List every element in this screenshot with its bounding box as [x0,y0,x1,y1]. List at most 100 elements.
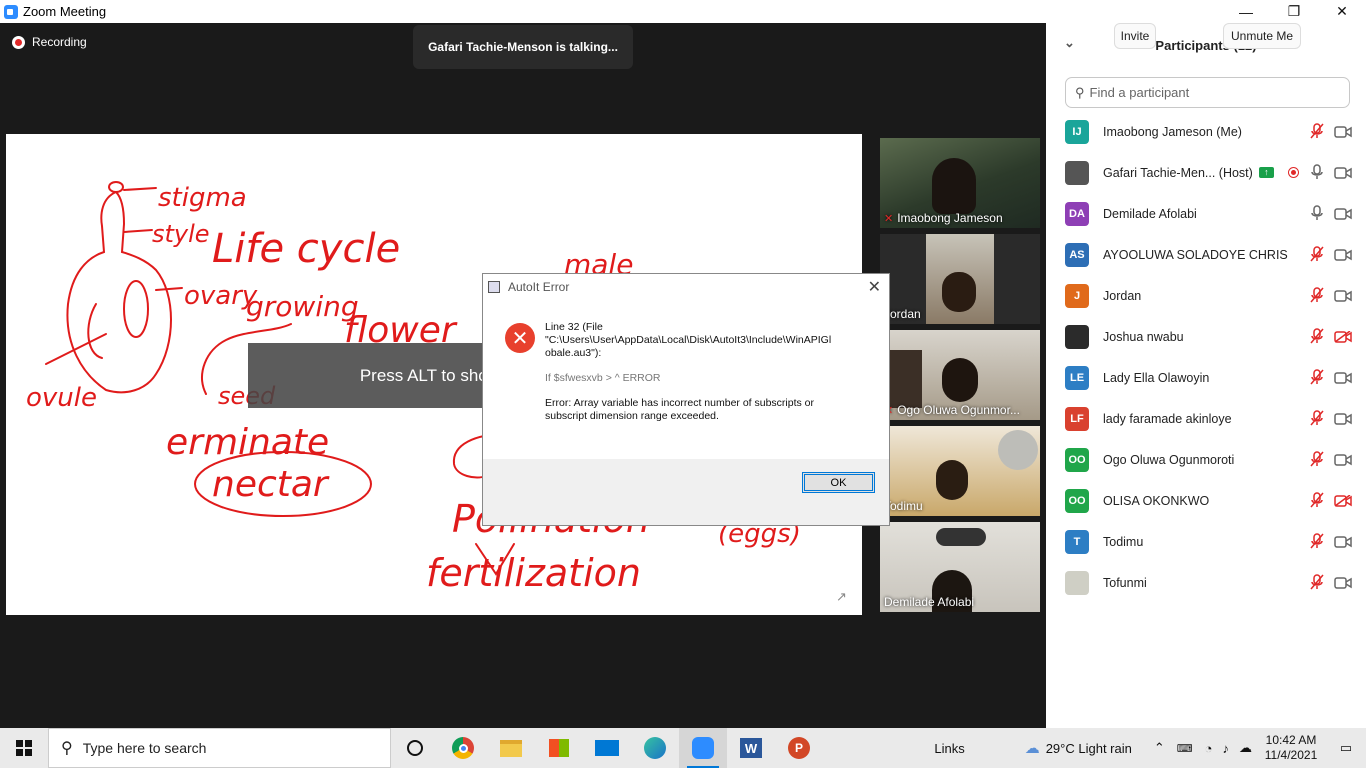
video-muted-icon [1334,494,1352,507]
participant-row[interactable]: DA Demilade Afolabi [1046,193,1366,234]
show-hidden-icons-chevron[interactable]: ⌃ [1154,740,1165,756]
avatar: DA [1065,201,1089,226]
mic-muted-icon [1310,328,1324,344]
recording-label: Recording [32,35,87,49]
search-placeholder: Find a participant [1089,85,1190,100]
taskbar-search-box[interactable]: ⚲ Type here to search [48,728,391,768]
avatar: LF [1065,406,1089,431]
weather-text[interactable]: 29°C Light rain [1046,741,1132,756]
avatar [1065,160,1089,185]
store-icon [549,739,569,757]
powerpoint-taskbar-button[interactable]: P [775,728,823,768]
participant-row[interactable]: Gafari Tachie-Men... (Host) ↑ [1046,152,1366,193]
wifi-icon[interactable]: ◔ [1205,741,1213,756]
weather-icon: ☁ [1024,740,1040,757]
participant-row[interactable]: OO Ogo Oluwa Ogunmoroti [1046,439,1366,480]
zoom-icon [692,737,714,759]
participant-row[interactable]: Tofunmi [1046,562,1366,603]
label-growing: growing [246,290,359,323]
ok-button[interactable]: OK [802,472,875,493]
language-icon[interactable]: ⌨ [1177,742,1193,755]
video-tile[interactable]: Jordan [880,234,1040,324]
participant-name: Tofunmi [1103,575,1147,590]
participant-name: AYOOLUWA SOLADOYE CHRIS [1103,247,1288,262]
avatar: LE [1065,365,1089,390]
avatar [1065,570,1089,595]
participant-name: Todimu [1103,534,1144,549]
active-speaker-banner: Gafari Tachie-Menson is talking... [413,25,633,69]
avatar: OO [1065,447,1089,472]
start-button[interactable] [0,728,48,768]
mic-muted-icon [1310,451,1324,467]
cortana-icon [407,740,423,756]
background-chandelier [936,528,986,546]
chrome-taskbar-button[interactable] [439,728,487,768]
video-tile[interactable]: ✕Ogo Oluwa Ogunmor... [880,330,1040,420]
recording-indicator[interactable]: Recording [12,35,87,49]
video-tile[interactable]: Todimu [880,426,1040,516]
video-icon [1334,289,1352,302]
unmute-me-button[interactable]: Unmute Me [1223,23,1301,49]
error-path: "C:\Users\User\AppData\Local\Disk\AutoIt… [545,334,832,346]
participant-row[interactable]: OO OLISA OKONKWO [1046,480,1366,521]
invite-button[interactable]: Invite [1114,23,1156,49]
zoom-taskbar-button[interactable] [679,728,727,768]
participant-name: Lady Ella Olawoyin [1103,370,1210,385]
clock-date: 11/4/2021 [1264,748,1318,762]
participant-name: Joshua nwabu [1103,329,1184,344]
volume-icon[interactable]: ♪ [1223,741,1230,756]
participant-silhouette [936,460,968,500]
participant-row[interactable]: IJ Imaobong Jameson (Me) [1046,111,1366,152]
video-tile[interactable]: Demilade Afolabi [880,522,1040,612]
participant-row[interactable]: Joshua nwabu [1046,316,1366,357]
participant-silhouette [942,272,976,312]
app-window-icon [488,280,500,293]
video-icon [1334,412,1352,425]
system-clock[interactable]: 10:42 AM 11/4/2021 [1256,733,1326,763]
tile-name: Ogo Oluwa Ogunmor... [897,403,1020,417]
mail-taskbar-button[interactable] [583,728,631,768]
share-annotation-icon[interactable]: ↗ [836,589,850,604]
mic-muted-icon [1310,123,1324,139]
video-icon [1334,207,1352,220]
file-explorer-taskbar-button[interactable] [487,728,535,768]
label-nectar: nectar [212,464,330,505]
onedrive-icon[interactable]: ☁ [1239,740,1252,756]
participant-row[interactable]: J Jordan [1046,275,1366,316]
links-toolbar[interactable]: Links [934,741,964,756]
mic-muted-icon: ✕ [884,212,894,225]
windows-taskbar: ⚲ Type here to search W P Links ☁ 29°C L… [0,728,1366,768]
participant-search-input[interactable]: ⚲ Find a participant [1065,77,1350,108]
notifications-icon[interactable]: ▭ [1326,740,1366,756]
word-taskbar-button[interactable]: W [727,728,775,768]
store-taskbar-button[interactable] [535,728,583,768]
participant-list: IJ Imaobong Jameson (Me) Gafari Tachie-Men… [1046,111,1366,603]
avatar: AS [1065,242,1089,267]
participant-name: Demilade Afolabi [1103,206,1197,221]
clock-time: 10:42 AM [1265,733,1317,747]
minimize-button[interactable]: — [1222,0,1270,23]
mic-muted-icon [1310,287,1324,303]
participant-row[interactable]: AS AYOOLUWA SOLADOYE CHRIS [1046,234,1366,275]
task-view-button[interactable] [391,728,439,768]
dialog-close-button[interactable]: ✕ [868,277,881,297]
video-icon [1334,535,1352,548]
participant-row[interactable]: LF lady faramade akinloye [1046,398,1366,439]
avatar [1065,324,1089,349]
participants-panel: ⌄ Participants (12) ⚲ Find a participant… [1046,23,1366,728]
maximize-button[interactable]: ❐ [1270,0,1318,23]
recording-status-icon [1287,167,1299,178]
collapse-chevron-icon[interactable]: ⌄ [1064,35,1075,51]
participant-name: Gafari Tachie-Men... (Host) [1103,165,1253,180]
close-window-button[interactable]: ✕ [1318,0,1366,23]
mic-muted-icon [1310,369,1324,385]
error-line: Line 32 (File [545,321,603,333]
participant-name: Ogo Oluwa Ogunmoroti [1103,452,1235,467]
participant-row[interactable]: T Todimu [1046,521,1366,562]
video-tile[interactable]: ✕ Imaobong Jameson [880,138,1040,228]
tile-name: Imaobong Jameson [897,211,1003,225]
participant-row[interactable]: LE Lady Ella Olawoyin [1046,357,1366,398]
video-icon [1334,125,1352,138]
edge-taskbar-button[interactable] [631,728,679,768]
error-icon: ✕ [505,323,535,353]
